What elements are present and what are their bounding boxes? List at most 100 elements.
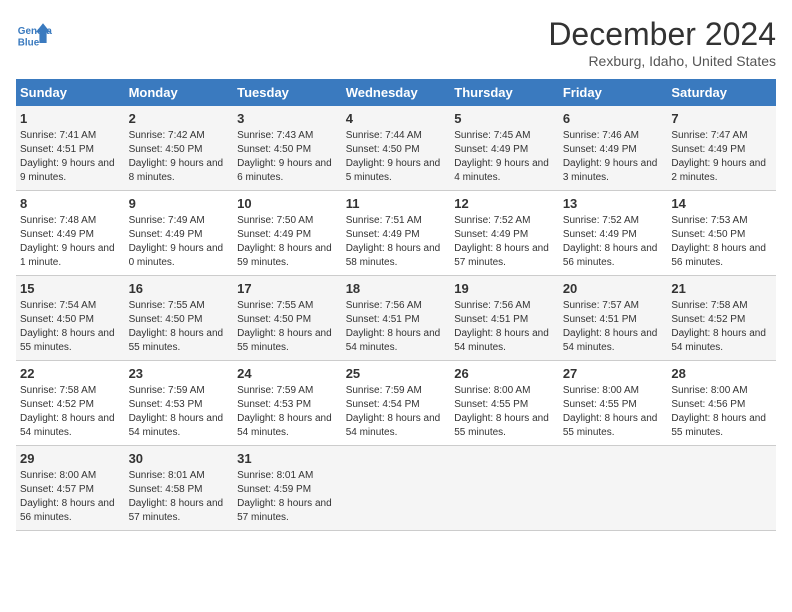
day-info: Sunrise: 7:58 AM Sunset: 4:52 PM Dayligh…: [20, 384, 121, 440]
day-info: Sunrise: 7:50 AM Sunset: 4:49 PM Dayligh…: [237, 214, 338, 270]
day-number: 8: [20, 196, 121, 211]
calendar-cell: 2 Sunrise: 7:42 AM Sunset: 4:50 PM Dayli…: [125, 106, 234, 191]
day-info: Sunrise: 7:57 AM Sunset: 4:51 PM Dayligh…: [563, 299, 664, 355]
day-number: 11: [346, 196, 447, 211]
day-number: 13: [563, 196, 664, 211]
day-number: 19: [454, 281, 555, 296]
day-number: 30: [129, 451, 230, 466]
day-info: Sunrise: 8:00 AM Sunset: 4:55 PM Dayligh…: [454, 384, 555, 440]
day-info: Sunrise: 7:56 AM Sunset: 4:51 PM Dayligh…: [454, 299, 555, 355]
day-number: 2: [129, 111, 230, 126]
week-row-3: 15 Sunrise: 7:54 AM Sunset: 4:50 PM Dayl…: [16, 276, 776, 361]
calendar-cell: 31 Sunrise: 8:01 AM Sunset: 4:59 PM Dayl…: [233, 446, 342, 531]
day-number: 15: [20, 281, 121, 296]
day-number: 27: [563, 366, 664, 381]
week-row-2: 8 Sunrise: 7:48 AM Sunset: 4:49 PM Dayli…: [16, 191, 776, 276]
calendar-cell: 11 Sunrise: 7:51 AM Sunset: 4:49 PM Dayl…: [342, 191, 451, 276]
day-number: 5: [454, 111, 555, 126]
day-number: 3: [237, 111, 338, 126]
day-info: Sunrise: 7:48 AM Sunset: 4:49 PM Dayligh…: [20, 214, 121, 270]
calendar-cell: 17 Sunrise: 7:55 AM Sunset: 4:50 PM Dayl…: [233, 276, 342, 361]
day-header-friday: Friday: [559, 79, 668, 106]
calendar-cell: 14 Sunrise: 7:53 AM Sunset: 4:50 PM Dayl…: [667, 191, 776, 276]
day-info: Sunrise: 7:59 AM Sunset: 4:53 PM Dayligh…: [129, 384, 230, 440]
calendar-cell: 21 Sunrise: 7:58 AM Sunset: 4:52 PM Dayl…: [667, 276, 776, 361]
day-info: Sunrise: 7:58 AM Sunset: 4:52 PM Dayligh…: [671, 299, 772, 355]
day-number: 20: [563, 281, 664, 296]
calendar-cell: 4 Sunrise: 7:44 AM Sunset: 4:50 PM Dayli…: [342, 106, 451, 191]
day-info: Sunrise: 8:00 AM Sunset: 4:57 PM Dayligh…: [20, 469, 121, 525]
month-title: December 2024: [548, 16, 776, 53]
day-number: 18: [346, 281, 447, 296]
day-info: Sunrise: 7:45 AM Sunset: 4:49 PM Dayligh…: [454, 129, 555, 185]
day-header-tuesday: Tuesday: [233, 79, 342, 106]
day-info: Sunrise: 8:00 AM Sunset: 4:55 PM Dayligh…: [563, 384, 664, 440]
day-header-thursday: Thursday: [450, 79, 559, 106]
day-info: Sunrise: 7:46 AM Sunset: 4:49 PM Dayligh…: [563, 129, 664, 185]
days-header-row: SundayMondayTuesdayWednesdayThursdayFrid…: [16, 79, 776, 106]
day-header-sunday: Sunday: [16, 79, 125, 106]
day-info: Sunrise: 7:43 AM Sunset: 4:50 PM Dayligh…: [237, 129, 338, 185]
calendar-cell: 9 Sunrise: 7:49 AM Sunset: 4:49 PM Dayli…: [125, 191, 234, 276]
day-number: 16: [129, 281, 230, 296]
day-number: 24: [237, 366, 338, 381]
day-header-saturday: Saturday: [667, 79, 776, 106]
day-number: 17: [237, 281, 338, 296]
day-number: 1: [20, 111, 121, 126]
calendar-cell: 26 Sunrise: 8:00 AM Sunset: 4:55 PM Dayl…: [450, 361, 559, 446]
day-info: Sunrise: 7:52 AM Sunset: 4:49 PM Dayligh…: [454, 214, 555, 270]
day-info: Sunrise: 8:01 AM Sunset: 4:58 PM Dayligh…: [129, 469, 230, 525]
day-number: 14: [671, 196, 772, 211]
day-number: 31: [237, 451, 338, 466]
calendar-cell: [450, 446, 559, 531]
day-number: 4: [346, 111, 447, 126]
day-number: 22: [20, 366, 121, 381]
calendar-cell: [559, 446, 668, 531]
day-number: 6: [563, 111, 664, 126]
day-info: Sunrise: 7:41 AM Sunset: 4:51 PM Dayligh…: [20, 129, 121, 185]
calendar-cell: 5 Sunrise: 7:45 AM Sunset: 4:49 PM Dayli…: [450, 106, 559, 191]
calendar-cell: 3 Sunrise: 7:43 AM Sunset: 4:50 PM Dayli…: [233, 106, 342, 191]
day-info: Sunrise: 7:55 AM Sunset: 4:50 PM Dayligh…: [237, 299, 338, 355]
day-number: 12: [454, 196, 555, 211]
location: Rexburg, Idaho, United States: [548, 53, 776, 69]
calendar-cell: 22 Sunrise: 7:58 AM Sunset: 4:52 PM Dayl…: [16, 361, 125, 446]
week-row-1: 1 Sunrise: 7:41 AM Sunset: 4:51 PM Dayli…: [16, 106, 776, 191]
day-info: Sunrise: 7:42 AM Sunset: 4:50 PM Dayligh…: [129, 129, 230, 185]
day-header-monday: Monday: [125, 79, 234, 106]
day-info: Sunrise: 7:47 AM Sunset: 4:49 PM Dayligh…: [671, 129, 772, 185]
calendar-cell: 6 Sunrise: 7:46 AM Sunset: 4:49 PM Dayli…: [559, 106, 668, 191]
calendar-cell: 1 Sunrise: 7:41 AM Sunset: 4:51 PM Dayli…: [16, 106, 125, 191]
calendar-cell: 25 Sunrise: 7:59 AM Sunset: 4:54 PM Dayl…: [342, 361, 451, 446]
calendar-cell: 23 Sunrise: 7:59 AM Sunset: 4:53 PM Dayl…: [125, 361, 234, 446]
day-info: Sunrise: 8:00 AM Sunset: 4:56 PM Dayligh…: [671, 384, 772, 440]
day-info: Sunrise: 7:59 AM Sunset: 4:54 PM Dayligh…: [346, 384, 447, 440]
day-info: Sunrise: 7:54 AM Sunset: 4:50 PM Dayligh…: [20, 299, 121, 355]
day-info: Sunrise: 8:01 AM Sunset: 4:59 PM Dayligh…: [237, 469, 338, 525]
day-info: Sunrise: 7:56 AM Sunset: 4:51 PM Dayligh…: [346, 299, 447, 355]
day-number: 25: [346, 366, 447, 381]
day-info: Sunrise: 7:52 AM Sunset: 4:49 PM Dayligh…: [563, 214, 664, 270]
calendar-cell: [667, 446, 776, 531]
calendar-cell: 29 Sunrise: 8:00 AM Sunset: 4:57 PM Dayl…: [16, 446, 125, 531]
calendar-cell: [342, 446, 451, 531]
svg-text:Blue: Blue: [18, 38, 40, 49]
logo-icon: General Blue: [16, 16, 52, 52]
calendar-cell: 20 Sunrise: 7:57 AM Sunset: 4:51 PM Dayl…: [559, 276, 668, 361]
day-number: 10: [237, 196, 338, 211]
calendar-cell: 30 Sunrise: 8:01 AM Sunset: 4:58 PM Dayl…: [125, 446, 234, 531]
week-row-5: 29 Sunrise: 8:00 AM Sunset: 4:57 PM Dayl…: [16, 446, 776, 531]
day-number: 26: [454, 366, 555, 381]
day-info: Sunrise: 7:44 AM Sunset: 4:50 PM Dayligh…: [346, 129, 447, 185]
logo: General Blue: [16, 16, 52, 52]
calendar-cell: 24 Sunrise: 7:59 AM Sunset: 4:53 PM Dayl…: [233, 361, 342, 446]
day-number: 7: [671, 111, 772, 126]
day-info: Sunrise: 7:51 AM Sunset: 4:49 PM Dayligh…: [346, 214, 447, 270]
calendar-cell: 12 Sunrise: 7:52 AM Sunset: 4:49 PM Dayl…: [450, 191, 559, 276]
page-header: General Blue December 2024 Rexburg, Idah…: [16, 16, 776, 69]
day-number: 9: [129, 196, 230, 211]
calendar-cell: 28 Sunrise: 8:00 AM Sunset: 4:56 PM Dayl…: [667, 361, 776, 446]
day-header-wednesday: Wednesday: [342, 79, 451, 106]
day-number: 23: [129, 366, 230, 381]
day-info: Sunrise: 7:55 AM Sunset: 4:50 PM Dayligh…: [129, 299, 230, 355]
